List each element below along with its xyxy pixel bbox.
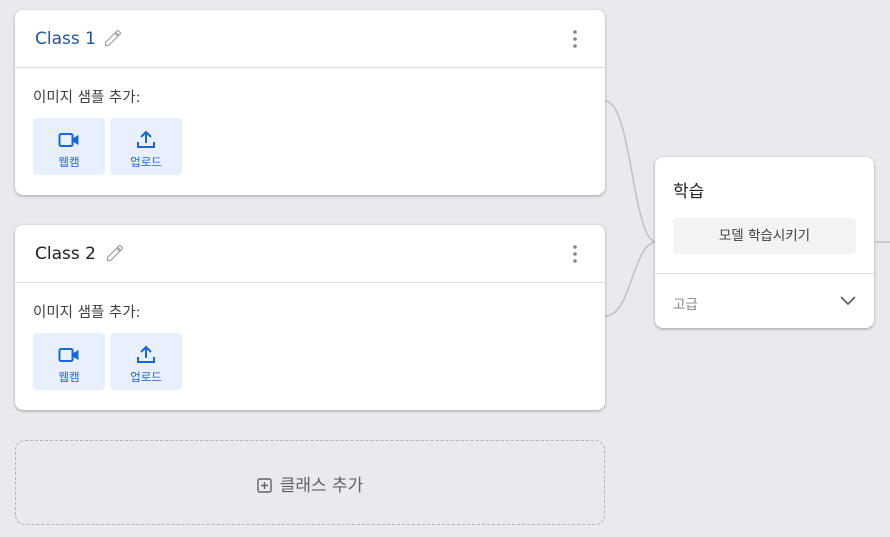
add-class-content: 클래스 추가 [16, 471, 604, 496]
add-class-label: 클래스 추가 [279, 476, 364, 496]
webcam-button[interactable]: 웹캠 [33, 118, 105, 175]
train-model-button[interactable]: 모델 학습시키기 [673, 218, 856, 254]
upload-button[interactable]: 업로드 [110, 333, 182, 390]
webcam-label: 웹캠 [58, 370, 80, 384]
add-class-button[interactable]: 클래스 추가 [15, 440, 605, 525]
upload-icon [137, 130, 155, 148]
upload-label: 업로드 [130, 370, 162, 384]
advanced-toggle[interactable]: 고급 [655, 273, 874, 329]
upload-icon [137, 345, 155, 363]
webcam-icon [58, 348, 79, 362]
class-card-header: Class 2 [15, 225, 605, 283]
pencil-icon[interactable] [103, 28, 123, 48]
class-card-2: Class 2 이미지 샘플 추가: 웹캠 업로드 [15, 225, 605, 410]
class-card-1: Class 1 이미지 샘플 추가: 웹캠 업로드 [15, 10, 605, 195]
class-title[interactable]: Class 1 [35, 29, 96, 49]
upload-label: 업로드 [130, 155, 162, 169]
add-box-icon [256, 478, 272, 493]
advanced-label: 고급 [673, 297, 698, 313]
add-samples-label: 이미지 샘플 추가: [33, 305, 141, 321]
class-title[interactable]: Class 2 [35, 244, 96, 264]
webcam-icon [58, 133, 79, 147]
pencil-icon[interactable] [105, 243, 125, 263]
chevron-down-icon [840, 296, 856, 306]
training-card: 학습 모델 학습시키기 고급 [655, 157, 874, 328]
more-vert-icon[interactable] [567, 244, 583, 264]
add-samples-label: 이미지 샘플 추가: [33, 90, 141, 106]
upload-button[interactable]: 업로드 [110, 118, 182, 175]
training-title: 학습 [673, 182, 705, 202]
webcam-button[interactable]: 웹캠 [33, 333, 105, 390]
webcam-label: 웹캠 [58, 155, 80, 169]
more-vert-icon[interactable] [567, 29, 583, 49]
class-card-header: Class 1 [15, 10, 605, 68]
